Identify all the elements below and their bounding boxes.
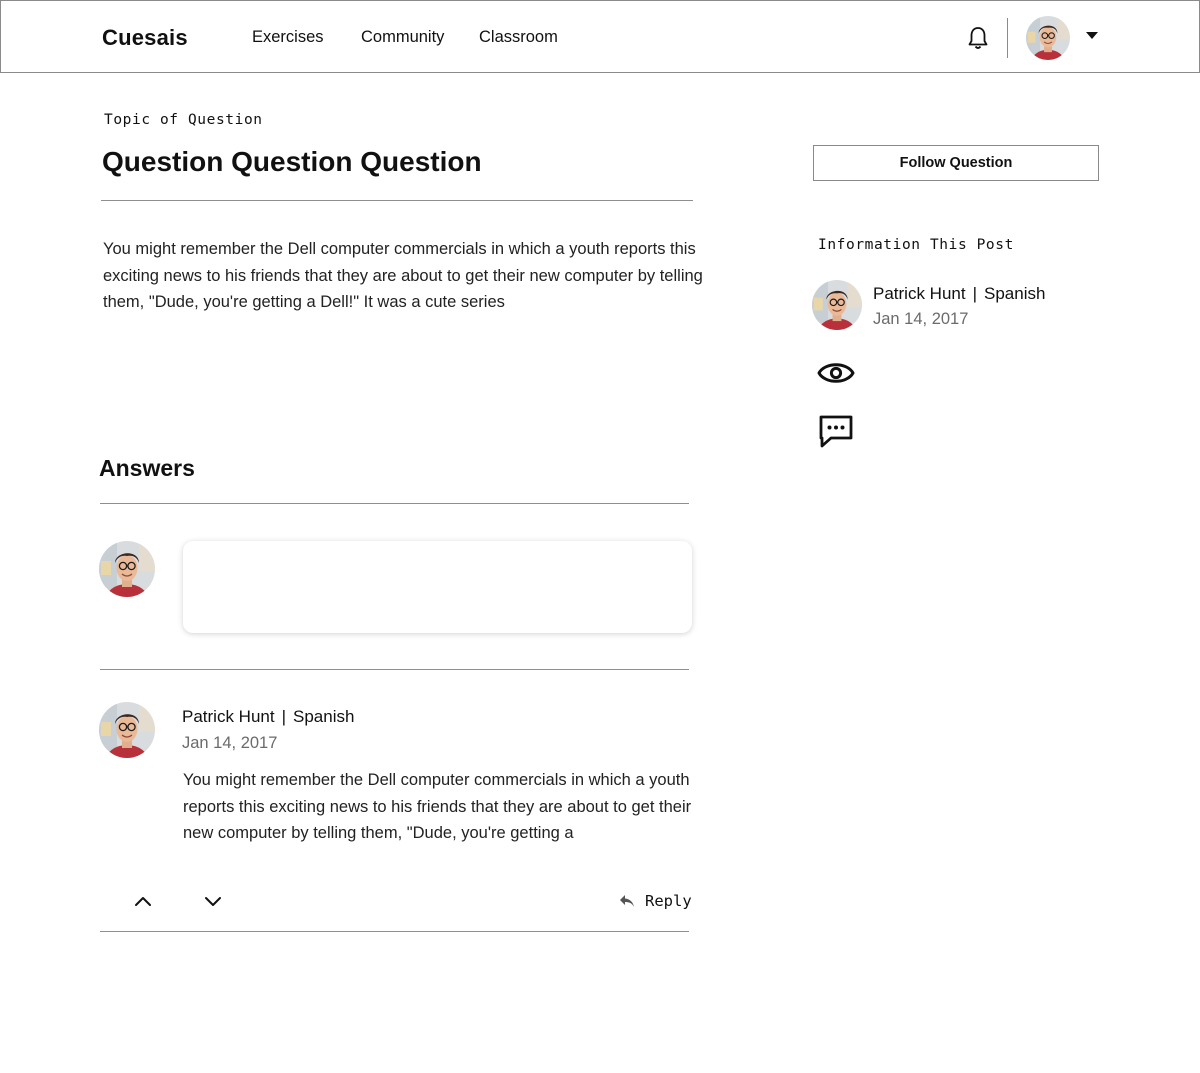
nav-link-community[interactable]: Community xyxy=(361,28,444,47)
answer-date: Jan 14, 2017 xyxy=(182,734,278,752)
divider xyxy=(100,669,689,670)
answer-input[interactable] xyxy=(183,541,692,633)
answer-body: You might remember the Dell computer com… xyxy=(183,771,692,842)
follow-question-button[interactable]: Follow Question xyxy=(813,145,1099,181)
top-nav-bar: Cuesais Exercises Community Classroom xyxy=(0,0,1200,73)
question-title: Question Question Question xyxy=(102,146,482,177)
nav-link-classroom[interactable]: Classroom xyxy=(479,28,558,47)
nav-link-exercises[interactable]: Exercises xyxy=(252,28,324,47)
user-avatar[interactable] xyxy=(1026,16,1070,60)
divider xyxy=(100,503,689,504)
meta-separator: | xyxy=(281,707,287,726)
post-date: Jan 14, 2017 xyxy=(873,310,969,328)
current-user-avatar xyxy=(99,541,155,597)
info-heading: Information This Post xyxy=(818,237,1014,253)
caret-down-icon[interactable] xyxy=(1086,32,1098,39)
eye-icon xyxy=(817,363,855,383)
bell-icon[interactable] xyxy=(965,25,991,51)
question-topic: Topic of Question xyxy=(104,112,263,128)
nav-divider xyxy=(1007,18,1008,58)
meta-separator: | xyxy=(972,284,978,303)
answers-heading: Answers xyxy=(99,455,195,481)
chevron-up-icon[interactable] xyxy=(132,893,154,909)
post-author-meta: Patrick Hunt | Spanish xyxy=(873,284,1045,304)
question-body: You might remember the Dell computer com… xyxy=(103,240,703,311)
divider xyxy=(101,200,693,201)
answer-author-avatar[interactable] xyxy=(99,702,155,758)
chevron-down-icon[interactable] xyxy=(202,893,224,909)
post-author-name[interactable]: Patrick Hunt xyxy=(873,284,966,303)
chat-bubble-icon xyxy=(819,415,853,448)
post-author-avatar[interactable] xyxy=(812,280,862,330)
answer-author-name[interactable]: Patrick Hunt xyxy=(182,707,275,726)
reply-arrow-icon xyxy=(620,895,634,907)
answer-author-language: Spanish xyxy=(293,707,355,726)
brand-logo[interactable]: Cuesais xyxy=(102,25,188,51)
reply-button[interactable]: Reply xyxy=(619,892,692,910)
post-author-language: Spanish xyxy=(984,284,1046,303)
reply-label: Reply xyxy=(645,892,692,910)
divider xyxy=(100,931,689,932)
answer-author-meta: Patrick Hunt | Spanish xyxy=(182,707,354,727)
